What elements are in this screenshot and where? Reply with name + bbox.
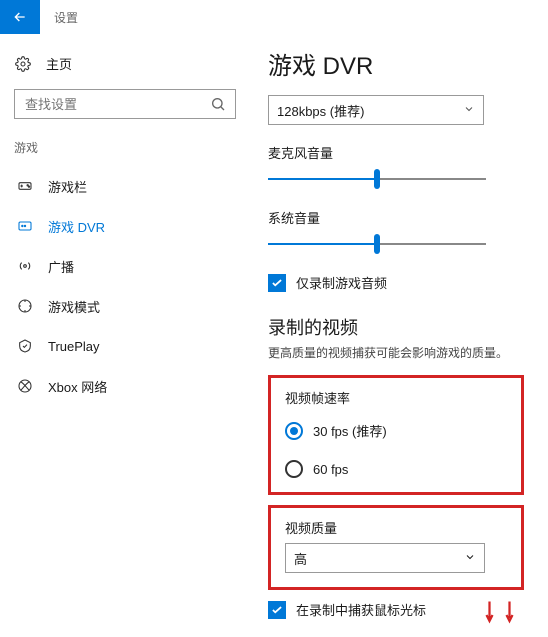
fps-option-label: 60 fps: [313, 462, 348, 477]
slider-thumb[interactable]: [374, 234, 380, 254]
nav-label: Xbox 网络: [48, 377, 107, 396]
dvr-icon: [16, 217, 34, 235]
audio-only-label: 仅录制游戏音频: [296, 273, 387, 292]
annotation-arrows: [482, 600, 524, 627]
xbox-network-icon: [16, 377, 34, 395]
home-label: 主页: [46, 54, 72, 73]
nav-section-label: 游戏: [14, 139, 236, 156]
audio-only-checkbox[interactable]: 仅录制游戏音频: [268, 273, 524, 292]
mic-volume-label: 麦克风音量: [268, 143, 524, 162]
nav-item-dvr[interactable]: 游戏 DVR: [14, 206, 236, 246]
mic-volume-slider[interactable]: [268, 168, 486, 190]
rec-video-title: 录制的视频: [268, 314, 524, 340]
quality-dropdown[interactable]: 高: [285, 543, 485, 573]
trueplay-icon: [16, 337, 34, 355]
broadcast-icon: [16, 257, 34, 275]
sys-volume-label: 系统音量: [268, 208, 524, 227]
checkbox-box: [268, 274, 286, 292]
gear-icon: [14, 55, 32, 73]
rec-video-desc: 更高质量的视频捕获可能会影响游戏的质量。: [268, 344, 524, 361]
fps-option-label: 30 fps (推荐): [313, 421, 387, 440]
chevron-down-icon: [464, 551, 476, 566]
radio-outer: [285, 460, 303, 478]
radio-outer: [285, 422, 303, 440]
gamemode-icon: [16, 297, 34, 315]
chevron-down-icon: [463, 103, 475, 118]
quality-highlight-box: 视频质量 高: [268, 505, 524, 590]
back-button[interactable]: [0, 0, 40, 34]
cursor-checkbox[interactable]: 在录制中捕获鼠标光标: [268, 600, 482, 619]
gamebar-icon: [16, 177, 34, 195]
nav-label: 游戏 DVR: [48, 217, 105, 236]
fps-option-60[interactable]: 60 fps: [285, 460, 507, 478]
bitrate-dropdown[interactable]: 128kbps (推荐): [268, 95, 484, 125]
red-arrow-icon: [482, 600, 500, 627]
header-title: 设置: [54, 9, 78, 26]
quality-value: 高: [294, 549, 307, 568]
nav-item-gamebar[interactable]: 游戏栏: [14, 166, 236, 206]
red-arrow-icon: [502, 600, 520, 627]
nav-item-gamemode[interactable]: 游戏模式: [14, 286, 236, 326]
home-link[interactable]: 主页: [14, 48, 236, 79]
search-icon: [209, 95, 227, 113]
fps-option-30[interactable]: 30 fps (推荐): [285, 421, 507, 440]
cursor-label: 在录制中捕获鼠标光标: [296, 600, 426, 619]
sys-volume-slider[interactable]: [268, 233, 486, 255]
nav-item-trueplay[interactable]: TruePlay: [14, 326, 236, 366]
page-title: 游戏 DVR: [268, 46, 524, 81]
slider-thumb[interactable]: [374, 169, 380, 189]
nav-item-xbox[interactable]: Xbox 网络: [14, 366, 236, 406]
nav-item-broadcast[interactable]: 广播: [14, 246, 236, 286]
fps-highlight-box: 视频帧速率 30 fps (推荐) 60 fps: [268, 375, 524, 495]
slider-fill: [268, 243, 377, 245]
quality-label: 视频质量: [285, 518, 507, 537]
nav-label: TruePlay: [48, 339, 100, 354]
slider-fill: [268, 178, 377, 180]
search-input-wrap[interactable]: [14, 89, 236, 119]
bitrate-value: 128kbps (推荐): [277, 101, 364, 120]
search-input[interactable]: [23, 96, 209, 113]
nav-label: 游戏模式: [48, 297, 100, 316]
fps-label: 视频帧速率: [285, 388, 507, 407]
nav-label: 游戏栏: [48, 177, 87, 196]
checkbox-box: [268, 601, 286, 619]
nav-label: 广播: [48, 257, 74, 276]
